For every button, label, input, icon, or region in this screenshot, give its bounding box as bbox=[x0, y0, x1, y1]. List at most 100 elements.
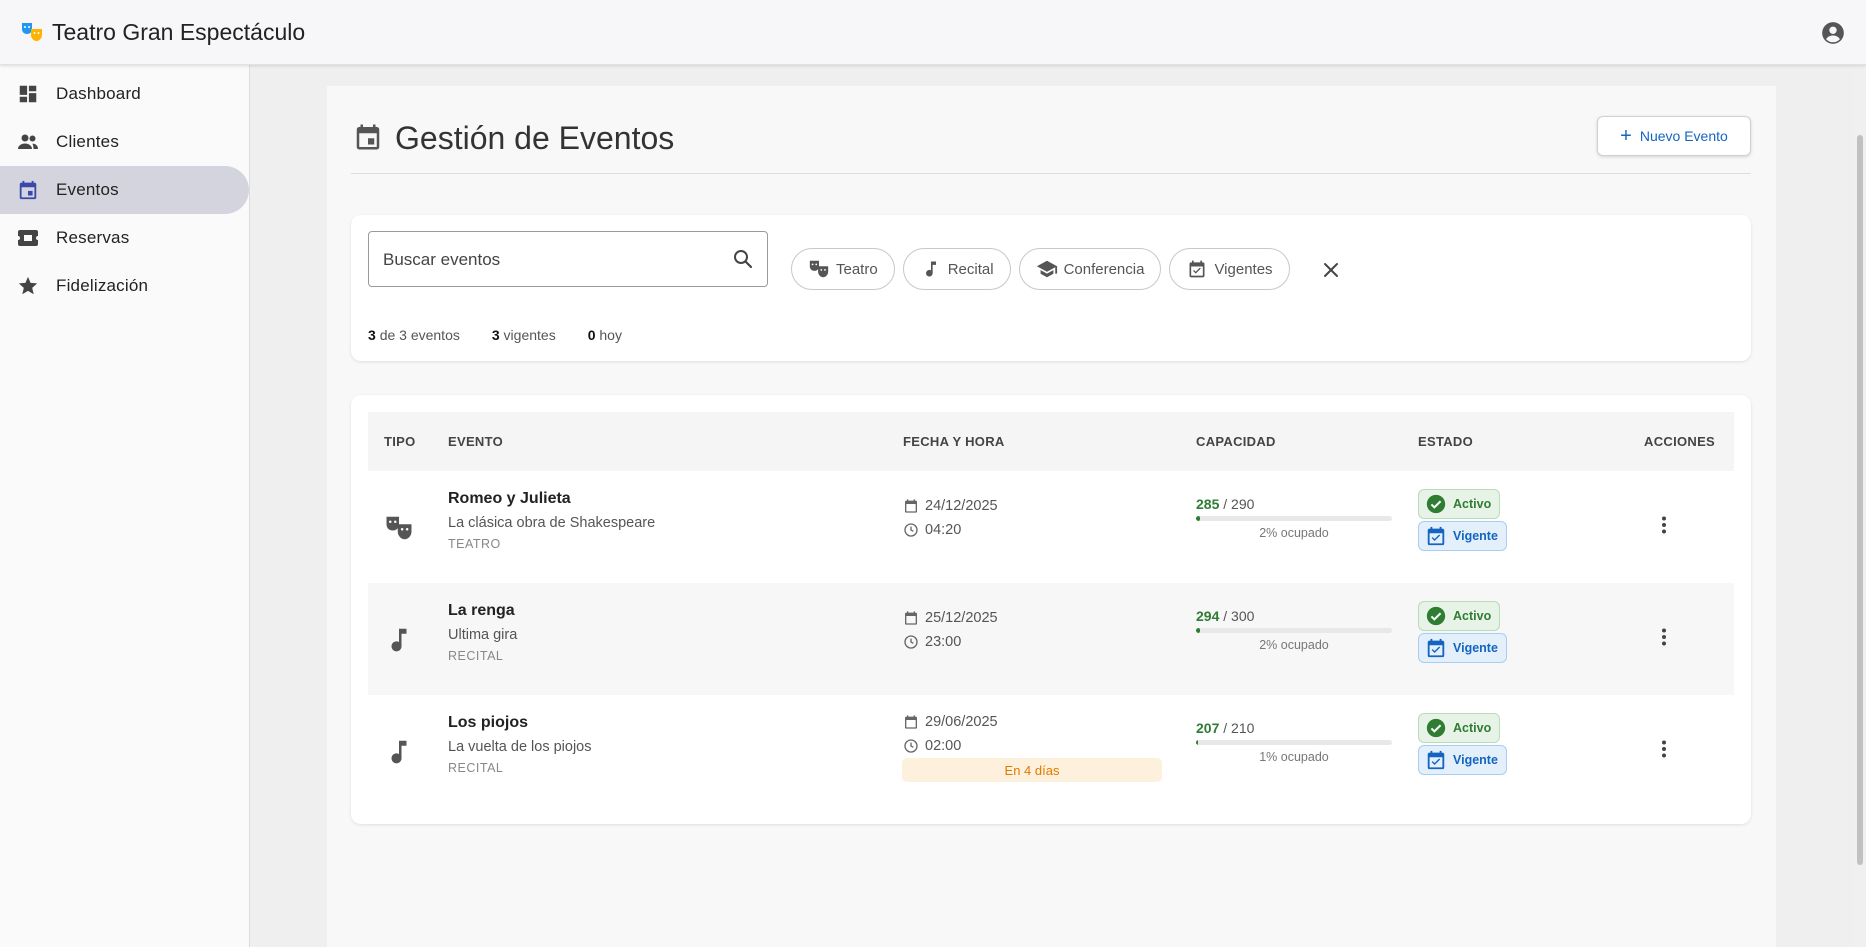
filter-chips: Teatro Recital Conferencia Vigentes bbox=[791, 248, 1290, 290]
clear-filters-icon[interactable] bbox=[1319, 258, 1343, 282]
header-fecha-hora: FECHA Y HORA bbox=[903, 434, 1005, 449]
event-available-icon bbox=[1186, 258, 1208, 280]
event-category: RECITAL bbox=[448, 649, 504, 663]
clock-icon bbox=[903, 738, 919, 754]
clock-icon bbox=[903, 634, 919, 650]
music-note-icon bbox=[384, 625, 414, 655]
event-description: La clásica obra de Shakespeare bbox=[448, 515, 656, 531]
occupancy-bar-fill bbox=[1196, 628, 1200, 633]
check-circle-icon bbox=[1425, 605, 1447, 627]
event-available-icon bbox=[1425, 749, 1447, 771]
event-name: Romeo y Julieta bbox=[448, 490, 571, 507]
sidebar-item-clientes[interactable]: Clientes bbox=[0, 118, 249, 166]
scrollbar[interactable] bbox=[1854, 65, 1866, 947]
stat-shown: 3 de 3 eventos bbox=[368, 327, 460, 343]
event-date: 24/12/2025 bbox=[903, 498, 998, 514]
status-badge: Activo bbox=[1418, 489, 1501, 519]
event-date: 29/06/2025 bbox=[903, 714, 998, 730]
chip-teatro[interactable]: Teatro bbox=[791, 248, 895, 290]
sidebar-item-label: Reservas bbox=[56, 228, 130, 247]
header-tipo: TIPO bbox=[384, 434, 416, 449]
chip-conferencia[interactable]: Conferencia bbox=[1018, 248, 1162, 290]
theater-masks-logo-icon bbox=[20, 20, 44, 44]
chip-label: Teatro bbox=[836, 260, 878, 278]
clock-icon bbox=[903, 522, 919, 538]
dashboard-icon bbox=[16, 82, 40, 106]
chip-recital[interactable]: Recital bbox=[902, 248, 1011, 290]
table-row[interactable]: La renga Ultima gira RECITAL 25/12/2025 … bbox=[368, 583, 1734, 695]
music-note-icon bbox=[920, 258, 942, 280]
ticket-icon bbox=[16, 226, 40, 250]
table-row[interactable]: Romeo y Julieta La clásica obra de Shake… bbox=[368, 471, 1734, 583]
calendar-icon bbox=[903, 714, 919, 730]
sidebar-item-fidelizacion[interactable]: Fidelización bbox=[0, 262, 249, 310]
header-estado: ESTADO bbox=[1418, 434, 1474, 449]
sidebar-item-label: Fidelización bbox=[56, 276, 149, 295]
sidebar-item-reservas[interactable]: Reservas bbox=[0, 214, 249, 262]
search-input[interactable] bbox=[383, 246, 713, 274]
event-available-icon bbox=[1425, 525, 1447, 547]
occupancy-bar bbox=[1196, 628, 1392, 633]
event-category: TEATRO bbox=[448, 537, 501, 551]
occupancy-bar bbox=[1196, 516, 1392, 521]
capacity-count: 207 / 210 bbox=[1196, 720, 1255, 736]
event-description: La vuelta de los piojos bbox=[448, 739, 592, 755]
page-title: Gestión de Eventos bbox=[395, 120, 675, 156]
account-circle-icon[interactable] bbox=[1820, 20, 1846, 46]
chip-vigentes[interactable]: Vigentes bbox=[1169, 248, 1290, 290]
check-circle-icon bbox=[1425, 717, 1447, 739]
capacity-count: 294 / 300 bbox=[1196, 608, 1255, 624]
event-name: La renga bbox=[448, 602, 515, 619]
stat-vigentes: 3 vigentes bbox=[491, 327, 556, 343]
validity-badge: Vigente bbox=[1418, 633, 1507, 663]
sidebar-item-label: Eventos bbox=[56, 180, 119, 199]
occupancy-percent: 2% ocupado bbox=[1259, 526, 1329, 540]
more-vert-icon[interactable] bbox=[1652, 737, 1676, 761]
header-acciones: ACCIONES bbox=[1644, 434, 1716, 449]
event-available-icon bbox=[1425, 637, 1447, 659]
search-field[interactable] bbox=[368, 231, 768, 287]
event-category: RECITAL bbox=[448, 761, 504, 775]
new-event-label: Nuevo Evento bbox=[1639, 128, 1728, 144]
search-icon[interactable] bbox=[731, 247, 755, 271]
more-vert-icon[interactable] bbox=[1652, 513, 1676, 537]
sidebar-item-eventos[interactable]: Eventos bbox=[0, 166, 249, 214]
filter-card: Teatro Recital Conferencia Vigentes 3 de… bbox=[351, 215, 1751, 361]
occupancy-percent: 2% ocupado bbox=[1259, 638, 1329, 652]
capacity-count: 285 / 290 bbox=[1196, 496, 1255, 512]
occupancy-bar bbox=[1196, 740, 1392, 745]
status-badge: Activo bbox=[1418, 601, 1501, 631]
stat-hoy: 0 hoy bbox=[587, 327, 622, 343]
new-event-button[interactable]: + Nuevo Evento bbox=[1597, 116, 1751, 156]
occupancy-percent: 1% ocupado bbox=[1259, 750, 1329, 764]
chip-label: Conferencia bbox=[1063, 260, 1145, 278]
scrollbar-thumb[interactable] bbox=[1857, 135, 1863, 865]
sidebar-item-label: Clientes bbox=[56, 132, 120, 151]
chip-label: Recital bbox=[947, 260, 994, 278]
table-row[interactable]: Los piojos La vuelta de los piojos RECIT… bbox=[368, 695, 1734, 807]
school-icon bbox=[1036, 258, 1058, 280]
calendar-icon bbox=[903, 498, 919, 514]
header-capacidad: CAPACIDAD bbox=[1196, 434, 1276, 449]
calendar-icon bbox=[903, 610, 919, 626]
sidebar-item-dashboard[interactable]: Dashboard bbox=[0, 70, 249, 118]
star-icon bbox=[16, 274, 40, 298]
status-badge: Activo bbox=[1418, 713, 1501, 743]
theater-masks-icon bbox=[384, 513, 414, 543]
event-time: 23:00 bbox=[903, 634, 961, 650]
plus-icon: + bbox=[1620, 125, 1632, 147]
event-stats: 3 de 3 eventos 3 vigentes 0 hoy bbox=[368, 327, 654, 343]
more-vert-icon[interactable] bbox=[1652, 625, 1676, 649]
header-evento: EVENTO bbox=[448, 434, 504, 449]
event-description: Ultima gira bbox=[448, 627, 518, 643]
page-header: Gestión de Eventos + Nuevo Evento bbox=[351, 116, 1751, 174]
app-bar: Teatro Gran Espectáculo bbox=[0, 0, 1866, 65]
validity-badge: Vigente bbox=[1418, 521, 1507, 551]
event-date: 25/12/2025 bbox=[903, 610, 998, 626]
occupancy-bar-fill bbox=[1196, 740, 1198, 745]
table-header: TIPO EVENTO FECHA Y HORA CAPACIDAD ESTAD… bbox=[368, 412, 1734, 471]
occupancy-bar-fill bbox=[1196, 516, 1200, 521]
app-title: Teatro Gran Espectáculo bbox=[52, 18, 306, 45]
event-time: 04:20 bbox=[903, 522, 961, 538]
event-name: Los piojos bbox=[448, 714, 528, 731]
